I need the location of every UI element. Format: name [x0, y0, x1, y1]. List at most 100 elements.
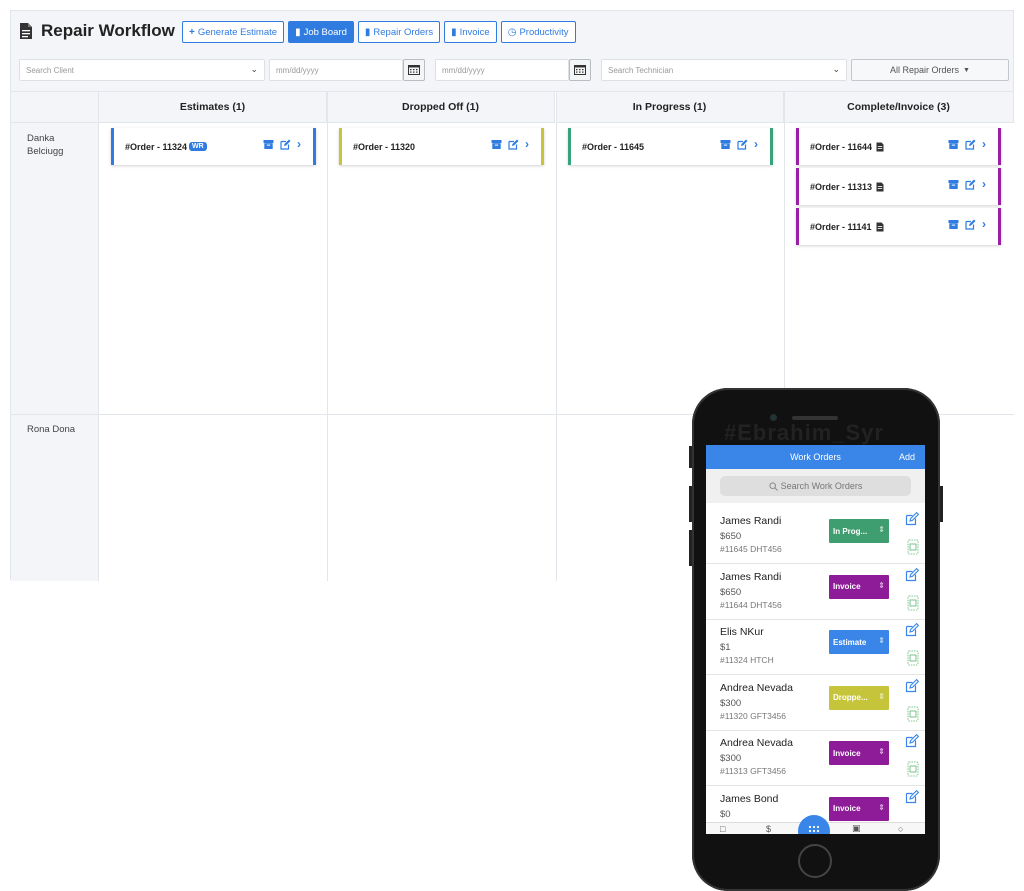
status-select[interactable]: In Prog... ⇕ [829, 519, 889, 543]
document-icon: ▮ [295, 26, 301, 38]
page-title-text: Repair Workflow [41, 21, 175, 40]
edit-icon[interactable] [905, 789, 920, 804]
edit-icon[interactable] [905, 567, 920, 582]
chevron-right-icon[interactable]: › [982, 138, 986, 150]
date-from-placeholder: mm/dd/yyyy [276, 65, 319, 75]
status-label: Invoice [833, 582, 861, 591]
toolbar-button-label: Productivity [519, 26, 569, 38]
order-number: #Order - 11324 [125, 141, 188, 152]
order-id: #11320 GFT3456 [720, 710, 786, 721]
invoice-document-icon [876, 222, 884, 232]
user-icon[interactable]: ○ [898, 824, 903, 834]
edit-icon[interactable] [905, 511, 920, 526]
repair-orders-button[interactable]: ▮ Repair Orders [357, 21, 441, 43]
chevron-right-icon[interactable]: › [525, 138, 529, 150]
date-to-input[interactable]: mm/dd/yyyy [435, 59, 569, 81]
status-label: Droppe... [833, 693, 868, 702]
generate-estimate-button[interactable]: + Generate Estimate [182, 21, 285, 43]
phone-search-placeholder: Search Work Orders [780, 481, 863, 491]
edit-icon[interactable] [280, 139, 291, 150]
scan-icon[interactable] [907, 706, 919, 722]
column-header: Estimates (1) [99, 92, 327, 123]
archive-icon[interactable] [720, 139, 731, 150]
order-number: #Order - 11645 [582, 141, 645, 152]
order-card[interactable]: #Order - 11644 › [796, 128, 1001, 165]
customer-name: James Randi [720, 570, 782, 583]
edit-icon[interactable] [905, 622, 920, 637]
status-label: Invoice [833, 804, 861, 813]
order-card[interactable]: #Order - 11320 › [339, 128, 544, 165]
job-board-button[interactable]: ▮ Job Board [288, 21, 354, 43]
updown-icon: ⇕ [878, 747, 885, 756]
scan-icon[interactable] [907, 761, 919, 777]
filter-bar: Search Client ⌄ mm/dd/yyyy mm/dd/yyyy Se… [19, 59, 1009, 83]
scan-icon[interactable] [907, 650, 919, 666]
scan-icon[interactable] [907, 595, 919, 611]
edit-icon[interactable] [965, 139, 976, 150]
order-card[interactable]: #Order - 11313 › [796, 168, 1001, 205]
dollar-icon[interactable]: $ [766, 824, 771, 834]
technician-search-select[interactable]: Search Technician ⌄ [601, 59, 847, 81]
archive-icon[interactable] [263, 139, 274, 150]
status-select[interactable]: Invoice ⇕ [829, 796, 889, 821]
archive-icon[interactable] [948, 139, 959, 150]
car-icon[interactable]: ▣ [852, 823, 861, 834]
status-select[interactable]: Estimate ⇕ [829, 630, 889, 654]
plus-icon: + [189, 26, 195, 38]
toolbar-button-label: Invoice [459, 26, 490, 38]
repair-orders-dropdown-label: All Repair Orders [890, 65, 960, 75]
date-to-calendar-button[interactable] [569, 59, 591, 81]
order-card[interactable]: #Order - 11645 › [568, 128, 773, 165]
repair-orders-dropdown[interactable]: All Repair Orders ▼ [851, 59, 1009, 81]
order-card[interactable]: #Order - 11324 WR › [111, 128, 316, 165]
document-icon: ▮ [364, 26, 371, 38]
invoice-button[interactable]: ▮ Invoice [444, 21, 497, 43]
date-from-input[interactable]: mm/dd/yyyy [269, 59, 403, 81]
phone-home-button[interactable] [798, 844, 832, 878]
page-title: Repair Workflow [19, 21, 175, 41]
phone-add-button[interactable]: Add [899, 452, 915, 462]
customer-name: Andrea Nevada [720, 737, 793, 749]
status-select[interactable]: Droppe... ⇕ [829, 685, 889, 710]
edit-icon[interactable] [965, 219, 976, 230]
order-card[interactable]: #Order - 11141 › [796, 208, 1001, 245]
client-search-select[interactable]: Search Client ⌄ [19, 59, 265, 81]
updown-icon: ⇕ [878, 802, 885, 812]
work-order-item[interactable]: Elis NKur $1 #11324 HTCH Estimate ⇕ [706, 620, 925, 675]
status-select[interactable]: Invoice ⇕ [829, 741, 889, 765]
chevron-right-icon[interactable]: › [754, 138, 758, 150]
edit-icon[interactable] [905, 733, 920, 748]
archive-icon[interactable] [948, 219, 959, 230]
edit-icon[interactable] [905, 678, 920, 693]
status-select[interactable]: Invoice ⇕ [829, 574, 889, 599]
work-order-item[interactable]: James Randi $650 #11645 DHT456 In Prog... ⇕ [706, 509, 925, 564]
order-number-group: #Order - 11645 [582, 142, 644, 152]
work-order-item[interactable]: Andrea Nevada $300 #11313 GFT3456 Invoice ⇕ [706, 731, 925, 786]
phone-nav-bar: Work Orders Add [706, 445, 925, 469]
archive-icon[interactable] [491, 139, 502, 150]
work-order-item[interactable]: James Randi $650 #11644 DHT456 Invoice ⇕ [706, 565, 925, 620]
order-number-group: #Order - 11141 [810, 222, 884, 232]
archive-icon[interactable] [948, 179, 959, 190]
scan-icon[interactable] [907, 539, 919, 555]
edit-icon[interactable] [508, 139, 519, 150]
chevron-right-icon[interactable]: › [982, 178, 986, 190]
column-divider [327, 92, 328, 581]
invoice-document-icon [876, 142, 884, 152]
phone-search-input[interactable]: Search Work Orders [720, 476, 911, 496]
column-header: Complete/Invoice (3) [784, 92, 1014, 123]
date-from-calendar-button[interactable] [403, 59, 425, 81]
watermark: #Ebrahim_Syr [724, 420, 884, 445]
order-number-group: #Order - 11644 [810, 142, 884, 152]
phone-side-button [689, 530, 692, 566]
edit-icon[interactable] [737, 139, 748, 150]
column-divider [556, 92, 557, 581]
edit-icon[interactable] [965, 179, 976, 190]
chevron-right-icon[interactable]: › [982, 218, 986, 230]
chevron-right-icon[interactable]: › [297, 138, 301, 150]
phone-search-bar: Search Work Orders [706, 469, 925, 503]
work-order-item[interactable]: Andrea Nevada $300 #11320 GFT3456 Droppe...… [706, 676, 925, 731]
column-header: In Progress (1) [556, 92, 784, 123]
clipboard-icon[interactable]: □ [720, 824, 725, 834]
productivity-button[interactable]: ◷ Productivity [500, 21, 576, 43]
